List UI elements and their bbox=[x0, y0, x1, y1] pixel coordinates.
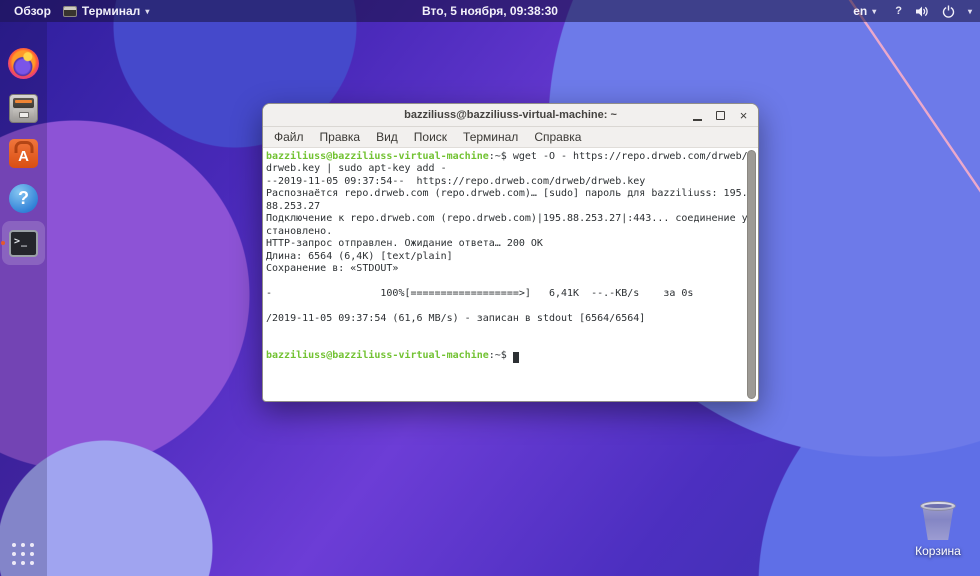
terminal-output[interactable]: bazziliuss@bazziliuss-virtual-machine:~$… bbox=[264, 149, 757, 400]
close-button[interactable]: × bbox=[732, 104, 755, 127]
window-title: bazziliuss@bazziliuss-virtual-machine: ~ bbox=[404, 109, 617, 121]
terminal-window: bazziliuss@bazziliuss-virtual-machine: ~… bbox=[262, 103, 759, 402]
trash-bucket-icon bbox=[920, 501, 956, 541]
help-icon: ? bbox=[9, 184, 38, 213]
menu-edit[interactable]: Правка bbox=[314, 129, 367, 145]
firefox-icon bbox=[8, 48, 39, 79]
dock-item-files[interactable] bbox=[3, 88, 44, 129]
focused-app-label: Терминал bbox=[82, 4, 140, 18]
input-question-icon: ? bbox=[895, 5, 902, 17]
window-controls: × bbox=[686, 104, 755, 127]
menu-bar: Файл Правка Вид Поиск Терминал Справка bbox=[263, 127, 758, 148]
keyboard-layout-button[interactable]: en ▾ bbox=[847, 0, 882, 22]
maximize-button[interactable] bbox=[709, 104, 732, 127]
system-status-area[interactable]: en ▾ ? ▾ bbox=[847, 0, 972, 22]
show-applications-button[interactable] bbox=[7, 538, 39, 570]
terminal-window-icon bbox=[63, 6, 77, 17]
keyboard-layout-label: en bbox=[853, 4, 867, 18]
scrollbar-thumb[interactable] bbox=[747, 150, 756, 399]
window-titlebar[interactable]: bazziliuss@bazziliuss-virtual-machine: ~… bbox=[263, 104, 758, 127]
help-question-glyph: ? bbox=[18, 188, 29, 209]
menu-file[interactable]: Файл bbox=[268, 129, 310, 145]
maximize-icon bbox=[716, 111, 725, 120]
minimize-button[interactable] bbox=[686, 104, 709, 127]
close-icon: × bbox=[740, 109, 748, 122]
volume-icon bbox=[915, 5, 929, 18]
clock-label: Вто, 5 ноября, 09:38:30 bbox=[422, 4, 558, 18]
terminal-icon: >_ bbox=[9, 230, 38, 257]
chevron-down-icon: ▾ bbox=[872, 7, 876, 16]
minimize-icon bbox=[693, 119, 702, 121]
dock-item-help[interactable]: ? bbox=[3, 178, 44, 219]
files-icon bbox=[9, 94, 38, 123]
chevron-down-icon: ▾ bbox=[145, 7, 149, 16]
trash-icon[interactable]: Корзина bbox=[905, 501, 971, 558]
clock-button[interactable]: Вто, 5 ноября, 09:38:30 bbox=[416, 0, 564, 22]
trash-label: Корзина bbox=[905, 544, 971, 558]
dock-item-ubuntu-software[interactable]: A bbox=[3, 133, 44, 174]
menu-search[interactable]: Поиск bbox=[408, 129, 453, 145]
app-menu-button[interactable]: Терминал ▾ bbox=[57, 0, 155, 22]
power-icon bbox=[942, 5, 955, 18]
scrollbar bbox=[747, 150, 756, 399]
dock: A ? >_ bbox=[0, 22, 47, 576]
dock-item-terminal[interactable]: >_ bbox=[3, 223, 44, 264]
dock-item-firefox[interactable] bbox=[3, 43, 44, 84]
activities-label: Обзор bbox=[14, 4, 51, 18]
menu-terminal[interactable]: Терминал bbox=[457, 129, 524, 145]
terminal-prompt-glyph: >_ bbox=[14, 236, 28, 247]
ubuntu-software-icon: A bbox=[9, 139, 38, 168]
activities-button[interactable]: Обзор bbox=[8, 0, 57, 22]
menu-help[interactable]: Справка bbox=[528, 129, 587, 145]
menu-view[interactable]: Вид bbox=[370, 129, 404, 145]
software-letter: A bbox=[18, 148, 29, 165]
top-bar: Обзор Терминал ▾ Вто, 5 ноября, 09:38:30… bbox=[0, 0, 980, 22]
chevron-down-icon: ▾ bbox=[968, 7, 972, 16]
